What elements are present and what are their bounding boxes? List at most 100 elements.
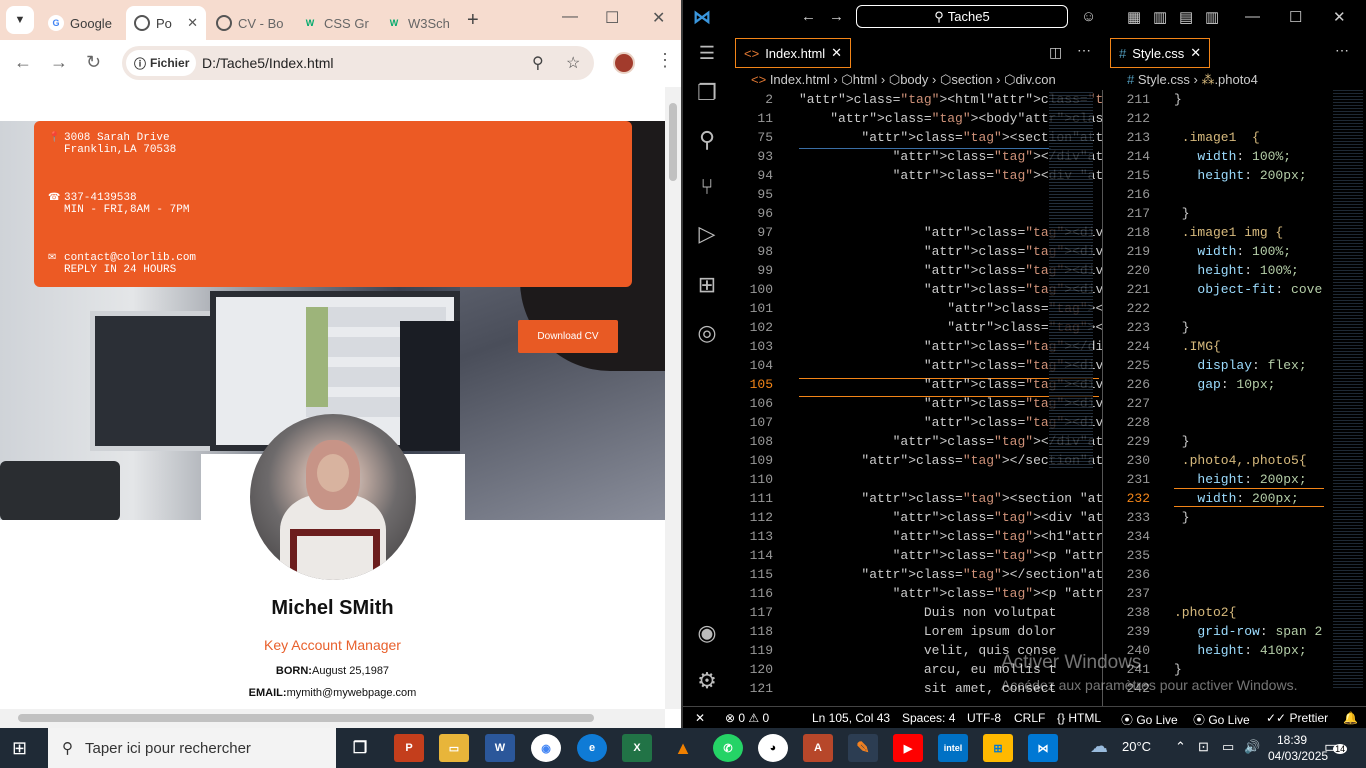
excel-icon[interactable]: X <box>622 734 652 762</box>
extensions-icon[interactable]: ⊞ <box>694 272 720 298</box>
site-info-chip[interactable]: ⓘ Fichier <box>126 50 196 76</box>
star-icon[interactable]: ☆ <box>566 53 580 73</box>
chrome-tab-cv[interactable]: CV - Bo <box>208 6 294 40</box>
close-icon[interactable]: ✕ <box>831 45 842 61</box>
vertical-scrollbar[interactable] <box>665 87 681 709</box>
chevron-up-icon[interactable]: ⌃ <box>1175 739 1186 755</box>
vscode-icon[interactable]: ⋈ <box>1028 734 1058 762</box>
whatsapp-icon[interactable]: ✆ <box>713 734 743 762</box>
back-button[interactable]: ← <box>14 52 32 73</box>
search-icon[interactable]: ⚲ <box>694 127 720 153</box>
scroll-thumb[interactable] <box>18 714 594 722</box>
breadcrumb-item[interactable]: Style.css <box>1138 72 1190 87</box>
breadcrumb-item[interactable]: html <box>853 72 878 87</box>
youtube-icon[interactable]: ▶ <box>893 734 923 762</box>
go-live-button[interactable]: ⦿ Go Live <box>1193 711 1250 728</box>
download-cv-button[interactable]: Download CV <box>518 320 618 353</box>
editor-group-divider[interactable] <box>1102 90 1103 706</box>
task-view-icon[interactable]: ❒ <box>345 734 375 762</box>
breadcrumb-item[interactable]: .photo4 <box>1214 72 1257 87</box>
go-live-button[interactable]: ⦿ Go Live <box>1121 711 1178 728</box>
close-icon[interactable]: ✕ <box>187 15 198 31</box>
horizontal-scrollbar[interactable] <box>0 709 665 728</box>
chrome-tab-google[interactable]: G Google <box>40 6 126 40</box>
more-actions-icon[interactable]: ⋯ <box>1335 42 1349 59</box>
remote-icon[interactable]: ✕ <box>695 711 705 725</box>
word-icon[interactable]: W <box>485 734 515 762</box>
forward-icon[interactable]: → <box>829 8 844 25</box>
breadcrumb-item[interactable]: Index.html <box>770 72 830 87</box>
copilot-icon[interactable]: ☺ <box>1081 8 1096 25</box>
file-explorer-icon[interactable]: ▭ <box>439 734 469 762</box>
editor-tab-style-css[interactable]: # Style.css ✕ <box>1110 38 1211 68</box>
forward-button[interactable]: → <box>50 52 68 73</box>
close-button[interactable]: ✕ <box>652 8 665 28</box>
address-bar[interactable]: ⓘ Fichier D:/Tache5/Index.html ⚲ ☆ <box>122 46 594 80</box>
settings-gear-icon[interactable]: ⚙ <box>694 668 720 694</box>
explorer-icon[interactable]: ❐ <box>694 80 720 106</box>
zoom-icon[interactable]: ⚲ <box>532 53 544 73</box>
chrome-icon[interactable]: ◉ <box>531 734 561 762</box>
url-text[interactable]: D:/Tache5/Index.html <box>202 55 334 71</box>
minimize-button[interactable]: — <box>562 8 578 26</box>
active-app-icon[interactable]: ✎ <box>848 734 878 762</box>
toggle-sidebar-icon[interactable]: ▥ <box>1153 8 1167 26</box>
access-icon[interactable]: A <box>803 734 833 762</box>
minimap[interactable] <box>1333 90 1363 690</box>
breadcrumb-item[interactable]: div.con <box>1015 72 1055 87</box>
maximize-button[interactable]: ☐ <box>1289 8 1302 26</box>
encoding-status[interactable]: UTF-8 <box>967 711 1001 725</box>
weather-icon[interactable]: ☁ <box>1090 736 1108 757</box>
network-icon[interactable]: ▭ <box>1222 739 1234 755</box>
tab-search-button[interactable]: ▼ <box>6 6 34 34</box>
intel-icon[interactable]: intel <box>938 734 968 762</box>
chrome-tab-portfolio[interactable]: Po ✕ <box>126 6 206 40</box>
chrome-tab-w3schools[interactable]: W W3Sch <box>378 6 458 40</box>
menu-icon[interactable]: ☰ <box>694 43 720 64</box>
clock[interactable]: 18:39 04/03/2025 <box>1268 732 1328 764</box>
temperature[interactable]: 20°C <box>1122 739 1151 754</box>
edge-devtools-icon[interactable]: ◎ <box>694 320 720 346</box>
menu-icon[interactable]: ⋮ <box>656 50 674 71</box>
chrome-tab-css-grid[interactable]: W CSS Gr <box>294 6 374 40</box>
taskbar-search-box[interactable]: ⚲ Taper ici pour rechercher <box>48 728 336 768</box>
problems-status[interactable]: ⊗ 0 ⚠ 0 <box>725 711 769 725</box>
store-icon[interactable]: ⊞ <box>983 734 1013 762</box>
language-mode[interactable]: {} HTML <box>1057 711 1101 725</box>
layout-icon[interactable]: ▦ <box>1127 8 1141 26</box>
source-control-icon[interactable]: ⑂ <box>694 174 720 200</box>
reload-button[interactable]: ↻ <box>86 52 101 73</box>
css-editor[interactable]: 211} 212 213 .image1 {214 width: 100%; 215 … <box>1108 90 1366 706</box>
toggle-secondary-sidebar-icon[interactable]: ▥ <box>1205 8 1219 26</box>
scroll-thumb[interactable] <box>669 103 677 181</box>
volume-icon[interactable]: 🔊 <box>1244 739 1260 755</box>
split-editor-icon[interactable]: ◫ <box>1049 44 1062 61</box>
account-icon[interactable]: ◉ <box>694 620 720 646</box>
minimap[interactable] <box>1049 90 1093 470</box>
prettier-status[interactable]: ✓✓ Prettier <box>1266 711 1328 725</box>
notifications-bell-icon[interactable]: 🔔 <box>1343 711 1358 725</box>
run-debug-icon[interactable]: ▷ <box>694 221 720 247</box>
back-icon[interactable]: ← <box>801 8 816 25</box>
new-tab-button[interactable]: + <box>467 9 479 32</box>
breadcrumb-item[interactable]: body <box>900 72 928 87</box>
github-icon[interactable]: ◕ <box>758 734 788 762</box>
close-button[interactable]: ✕ <box>1333 8 1346 26</box>
html-editor[interactable]: 2"attr">class="tag"><html"attr">class="t… <box>731 90 1103 706</box>
edge-icon[interactable]: e <box>577 734 607 762</box>
command-center[interactable]: ⚲ Tache5 <box>856 5 1068 28</box>
editor-tab-index-html[interactable]: <> Index.html ✕ <box>735 38 852 68</box>
device-icon[interactable]: ⊡ <box>1198 739 1209 755</box>
close-icon[interactable]: ✕ <box>1190 45 1201 61</box>
vlc-icon[interactable]: ▲ <box>668 734 698 762</box>
eol-status[interactable]: CRLF <box>1014 711 1045 725</box>
powerpoint-icon[interactable]: P <box>394 734 424 762</box>
breadcrumb-item[interactable]: section <box>951 72 992 87</box>
more-actions-icon[interactable]: ⋯ <box>1077 42 1091 59</box>
indentation-status[interactable]: Spaces: 4 <box>902 711 955 725</box>
cursor-position[interactable]: Ln 105, Col 43 <box>812 711 890 725</box>
toggle-panel-icon[interactable]: ▤ <box>1179 8 1193 26</box>
profile-avatar[interactable] <box>613 52 635 74</box>
windows-start-icon[interactable]: ⊞ <box>12 738 27 759</box>
notification-center-icon[interactable]: ▭14 <box>1324 737 1348 757</box>
